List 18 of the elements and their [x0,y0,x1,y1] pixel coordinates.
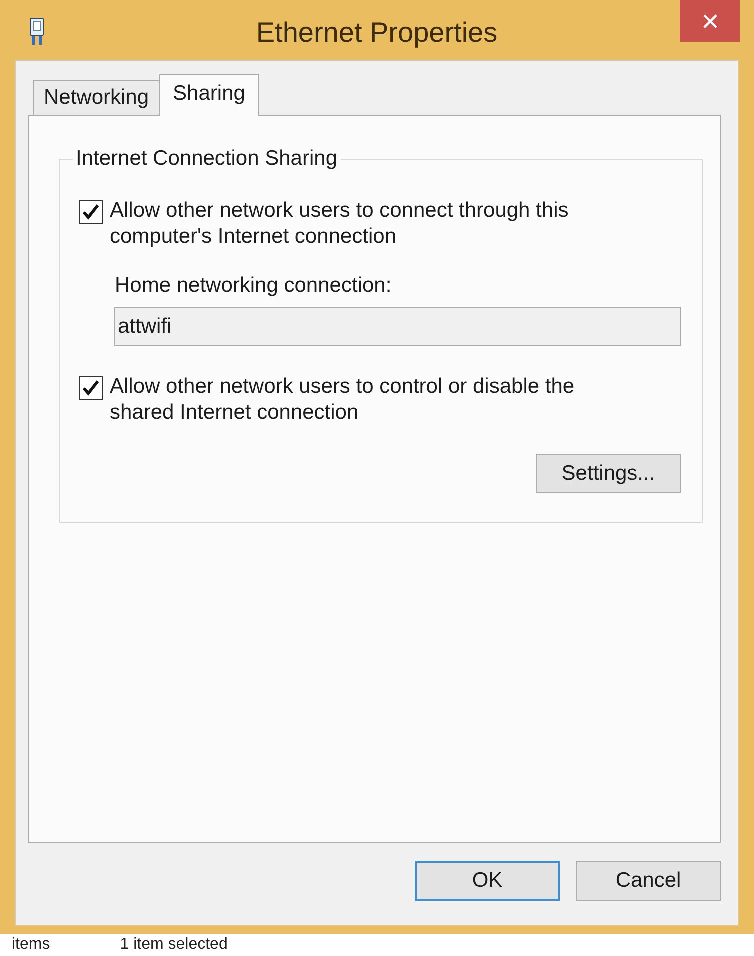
dialog-button[interactable]: Cancel [576,861,721,901]
checkbox-label[interactable]: Allow other network users to control or disable the shared Internet connection [110,374,600,426]
group-title: Internet Connection Sharing [75,148,339,170]
close-icon [702,14,718,28]
checkbox-label[interactable]: Allow other network users to connect through this computer's Internet connection [110,198,600,250]
status-text: 1 item selected [120,936,228,954]
dialog-button[interactable]: OK [415,861,560,901]
settings-button[interactable]: Settings... [536,454,681,493]
connection-field[interactable]: attwifi [114,307,681,346]
tab[interactable]: Sharing [159,74,260,116]
tab[interactable]: Networking [33,80,160,116]
checkbox[interactable] [79,376,103,400]
checkbox[interactable] [79,200,103,224]
field-label: Home networking connection: [115,273,393,299]
status-text: items [12,936,50,954]
close-button[interactable] [680,0,740,42]
window-title: Ethernet Properties [256,16,498,50]
plug-icon [28,18,46,46]
